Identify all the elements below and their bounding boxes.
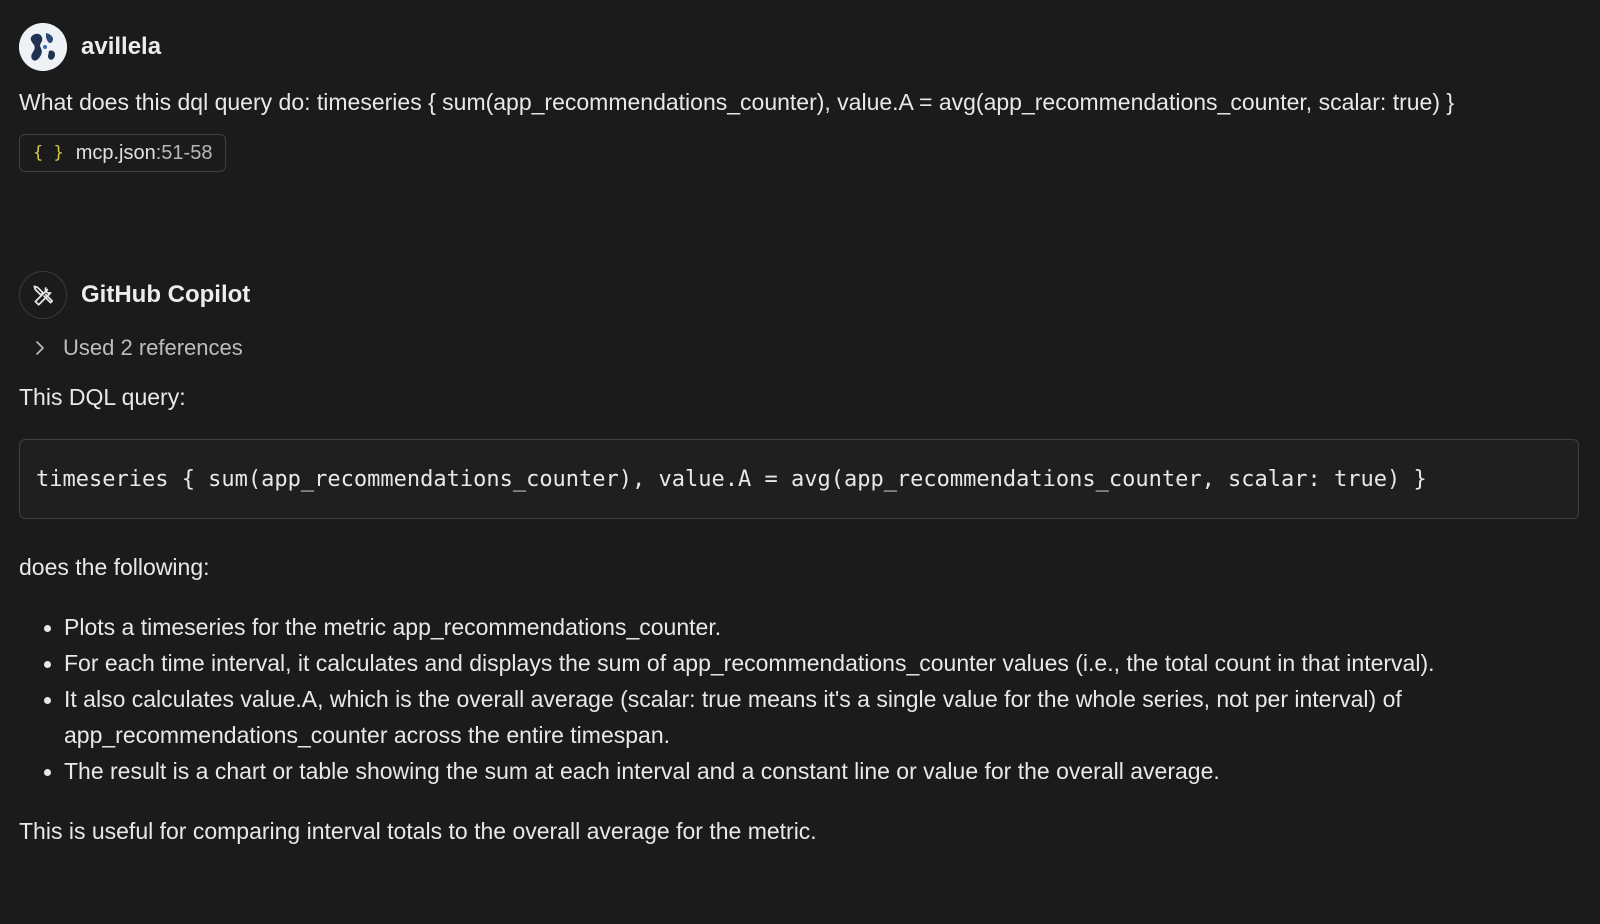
response-conclusion: This is useful for comparing interval to…: [19, 818, 817, 844]
list-item: It also calculates value.A, which is the…: [19, 681, 1579, 753]
response-intro: This DQL query:: [19, 384, 186, 410]
file-reference-chip[interactable]: { } mcp.json:51-58: [19, 134, 227, 172]
copilot-message: GitHub Copilot Used 2 references This DQ…: [19, 271, 1579, 849]
copilot-message-header: GitHub Copilot: [19, 271, 1579, 319]
user-message: avillela What does this dql query do: ti…: [19, 23, 1579, 172]
used-references-label: Used 2 references: [63, 335, 243, 360]
list-item: Plots a timeseries for the metric app_re…: [19, 609, 1579, 645]
code-block[interactable]: timeseries { sum(app_recommendations_cou…: [19, 439, 1579, 519]
tools-icon: [19, 271, 67, 319]
response-bullet-list: Plots a timeseries for the metric app_re…: [19, 609, 1579, 789]
user-message-text: What does this dql query do: timeseries …: [19, 89, 1455, 115]
copilot-author-name: GitHub Copilot: [81, 281, 251, 308]
list-item: The result is a chart or table showing t…: [19, 753, 1579, 789]
file-reference-range: :51-58: [155, 141, 213, 164]
json-braces-icon: { }: [33, 143, 64, 163]
user-author-name: avillela: [81, 33, 162, 60]
list-item: For each time interval, it calculates an…: [19, 645, 1579, 681]
user-message-header: avillela: [19, 23, 1579, 71]
chevron-right-icon: [36, 341, 44, 355]
user-avatar-icon: [19, 23, 67, 71]
chat-panel: avillela What does this dql query do: ti…: [0, 0, 1600, 924]
used-references-toggle[interactable]: Used 2 references: [33, 333, 1579, 363]
response-followup: does the following:: [19, 554, 210, 580]
file-reference-name: mcp.json: [75, 141, 156, 164]
